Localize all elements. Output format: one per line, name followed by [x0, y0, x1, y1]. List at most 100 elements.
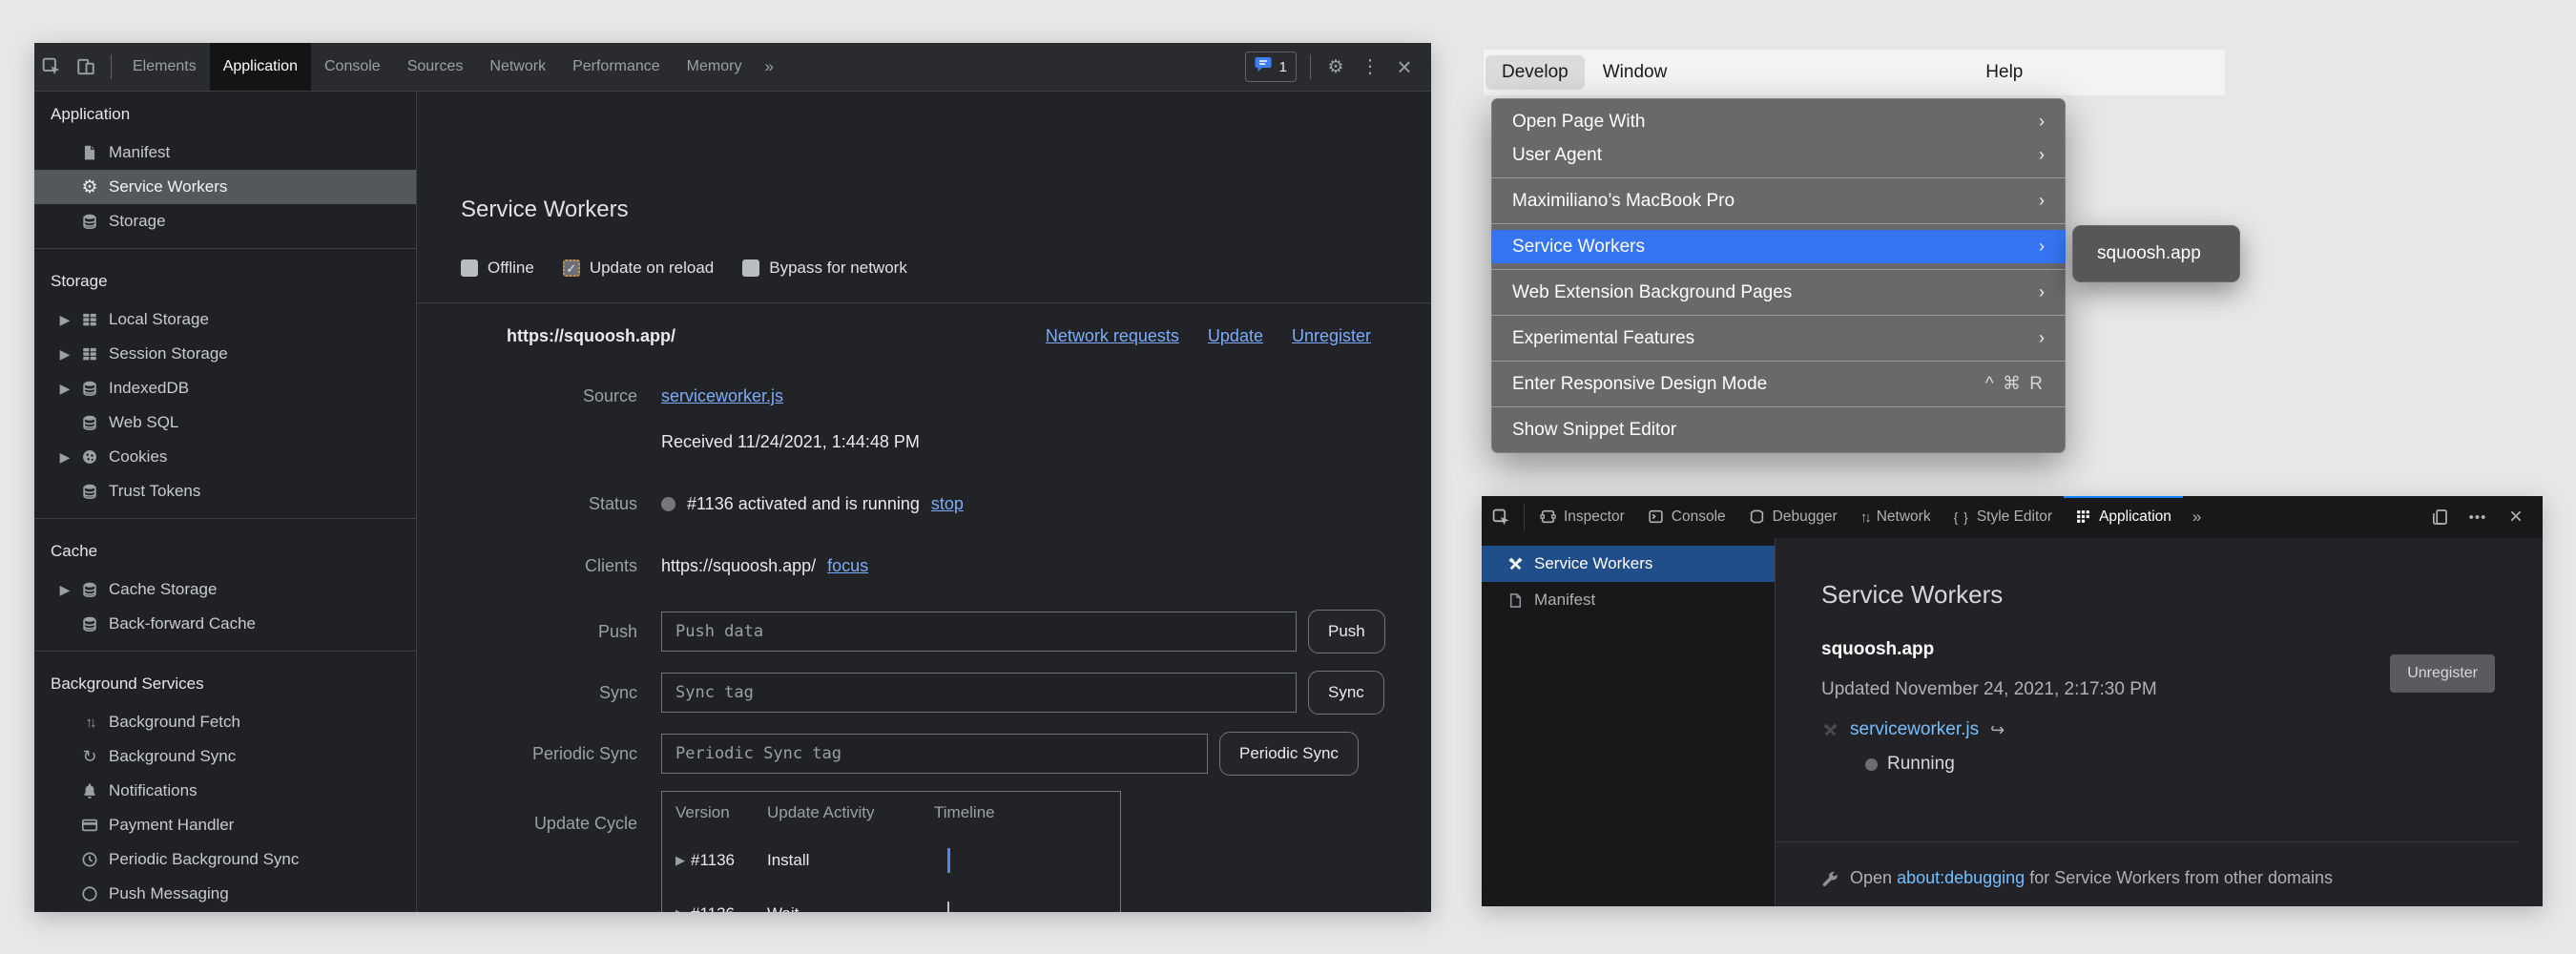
- menu-item-user-agent[interactable]: User Agent ›: [1491, 138, 2066, 172]
- database-icon: [80, 482, 99, 501]
- network-requests-link[interactable]: Network requests: [1046, 326, 1179, 346]
- tab-elements[interactable]: Elements: [119, 43, 210, 91]
- menu-item-macbook-pro[interactable]: Maximiliano’s MacBook Pro ›: [1491, 184, 2066, 218]
- expander-icon[interactable]: ▶: [55, 346, 74, 363]
- device-toolbar-button[interactable]: [69, 43, 103, 91]
- menu-item-service-workers[interactable]: Service Workers ›: [1491, 230, 2066, 263]
- close-icon[interactable]: ×: [2497, 496, 2535, 538]
- sidebar-item-web-sql[interactable]: Web SQL: [34, 405, 416, 440]
- periodic-sync-button[interactable]: Periodic Sync: [1219, 732, 1359, 776]
- sidebar-item-storage[interactable]: Storage: [34, 204, 416, 238]
- chrome-devtools-tabbar: Elements Application Console Sources Net…: [34, 43, 1431, 92]
- tab-memory[interactable]: Memory: [674, 43, 756, 91]
- push-button[interactable]: Push: [1308, 610, 1385, 653]
- grid-icon: [2075, 508, 2091, 526]
- periodic-sync-tag-input[interactable]: [661, 734, 1208, 774]
- more-tabs-icon[interactable]: »: [2183, 496, 2211, 538]
- menu-item-experimental-features[interactable]: Experimental Features ›: [1491, 321, 2066, 355]
- offline-checkbox[interactable]: [461, 259, 478, 277]
- sidebar-item-indexeddb[interactable]: ▶ IndexedDB: [34, 371, 416, 405]
- sidebar-item-trust-tokens[interactable]: Trust Tokens: [34, 474, 416, 508]
- stop-link[interactable]: stop: [931, 494, 964, 514]
- expander-icon[interactable]: ▶: [55, 449, 74, 466]
- panel-divider: [417, 302, 1431, 303]
- expander-icon[interactable]: ▶: [55, 312, 74, 328]
- inspect-cursor-icon: [1492, 508, 1510, 527]
- sidebar-item-service-workers[interactable]: ⚙ Service Workers: [34, 170, 416, 204]
- tab-application[interactable]: Application: [2064, 496, 2183, 538]
- database-icon: [80, 413, 99, 432]
- check-icon: ✓: [566, 262, 576, 275]
- menubar-item-develop[interactable]: Develop: [1485, 55, 1585, 90]
- jump-to-arrow-icon[interactable]: ↪: [1990, 720, 2005, 740]
- sidebar-item-notifications[interactable]: Notifications: [34, 774, 416, 808]
- about-debugging-link[interactable]: about:debugging: [1897, 868, 2025, 887]
- sidebar-item-push-messaging[interactable]: Push Messaging: [34, 877, 416, 911]
- tab-console[interactable]: Console: [311, 43, 394, 91]
- tab-label: Debugger: [1773, 508, 1838, 526]
- update-cycle-wait-row[interactable]: ▶#1136 Wait: [662, 887, 1120, 912]
- sidebar-item-background-sync[interactable]: ↻ Background Sync: [34, 739, 416, 774]
- sidebar-item-background-fetch[interactable]: ↑↓ Background Fetch: [34, 705, 416, 739]
- sidebar-item-label: Service Workers: [109, 177, 227, 197]
- update-link[interactable]: Update: [1208, 326, 1263, 346]
- meatball-menu-icon[interactable]: •••: [2459, 496, 2497, 538]
- tab-console[interactable]: Console: [1636, 496, 1737, 538]
- tab-application[interactable]: Application: [210, 43, 311, 91]
- sidebar-item-session-storage[interactable]: ▶ Session Storage: [34, 337, 416, 371]
- sidebar-item-service-workers[interactable]: Service Workers: [1482, 546, 1775, 582]
- update-on-reload-checkbox[interactable]: ✓: [563, 259, 580, 277]
- issues-badge[interactable]: 1: [1245, 52, 1297, 82]
- bypass-for-network-option[interactable]: Bypass for network: [742, 259, 907, 278]
- sidebar-item-local-storage[interactable]: ▶ Local Storage: [34, 302, 416, 337]
- tab-inspector[interactable]: Inspector: [1528, 496, 1636, 538]
- sync-button[interactable]: Sync: [1308, 671, 1384, 715]
- tab-performance[interactable]: Performance: [559, 43, 674, 91]
- tab-style-editor[interactable]: { } Style Editor: [1942, 496, 2065, 538]
- menubar-item-window[interactable]: Window: [1587, 55, 1684, 90]
- unregister-button[interactable]: Unregister: [2390, 654, 2495, 693]
- menu-item-web-extension-background-pages[interactable]: Web Extension Background Pages ›: [1491, 276, 2066, 309]
- expander-icon[interactable]: ▶: [675, 853, 685, 868]
- table-icon: [80, 344, 99, 363]
- close-devtools-button[interactable]: ×: [1387, 43, 1422, 91]
- tab-network[interactable]: Network: [476, 43, 559, 91]
- sidebar-item-periodic-background-sync[interactable]: Periodic Background Sync: [34, 842, 416, 877]
- sidebar-item-manifest[interactable]: Manifest: [34, 135, 416, 170]
- sidebar-item-payment-handler[interactable]: Payment Handler: [34, 808, 416, 842]
- sync-tag-input[interactable]: [661, 673, 1297, 713]
- update-cycle-install-row[interactable]: ▶#1136 Install: [662, 834, 1120, 887]
- worker-file-link[interactable]: serviceworker.js: [1850, 719, 1979, 740]
- devtools-menu-button[interactable]: ⋮: [1353, 43, 1387, 91]
- menu-item-show-snippet-editor[interactable]: Show Snippet Editor: [1491, 413, 2066, 446]
- tab-debugger[interactable]: Debugger: [1737, 496, 1849, 538]
- menu-item-enter-responsive-design-mode[interactable]: Enter Responsive Design Mode ^ ⌘ R: [1491, 367, 2066, 401]
- menu-item-label: User Agent: [1512, 145, 1602, 166]
- expander-icon[interactable]: ▶: [55, 582, 74, 598]
- focus-link[interactable]: focus: [827, 556, 868, 576]
- expander-icon[interactable]: ▶: [55, 381, 74, 397]
- submenu-item-squoosh-app[interactable]: squoosh.app: [2097, 243, 2201, 264]
- sidebar-item-back-forward-cache[interactable]: Back-forward Cache: [34, 607, 416, 641]
- push-data-input[interactable]: [661, 612, 1297, 652]
- sidebar-item-cache-storage[interactable]: ▶ Cache Storage: [34, 572, 416, 607]
- pick-element-button[interactable]: [1482, 496, 1520, 538]
- update-on-reload-option[interactable]: ✓ Update on reload: [563, 259, 714, 278]
- bypass-for-network-checkbox[interactable]: [742, 259, 759, 277]
- responsive-design-button[interactable]: [2420, 496, 2459, 538]
- tab-network[interactable]: ↑↓ Network: [1849, 496, 1942, 538]
- version-cell: #1136: [691, 904, 735, 912]
- source-file-link[interactable]: serviceworker.js: [661, 386, 783, 406]
- sidebar-item-manifest[interactable]: Manifest: [1482, 582, 1775, 618]
- offline-option[interactable]: Offline: [461, 259, 534, 278]
- menubar-item-help[interactable]: Help: [1969, 55, 2039, 90]
- expander-icon[interactable]: ▶: [675, 906, 685, 912]
- settings-button[interactable]: ⚙: [1319, 43, 1353, 91]
- menu-item-open-page-with[interactable]: Open Page With ›: [1491, 105, 2066, 138]
- unregister-link[interactable]: Unregister: [1292, 326, 1371, 346]
- more-tabs-icon[interactable]: »: [755, 43, 782, 91]
- sidebar-item-cookies[interactable]: ▶ Cookies: [34, 440, 416, 474]
- tab-sources[interactable]: Sources: [394, 43, 477, 91]
- sidebar-section-application: Application: [34, 92, 416, 135]
- inspect-element-button[interactable]: [34, 43, 69, 91]
